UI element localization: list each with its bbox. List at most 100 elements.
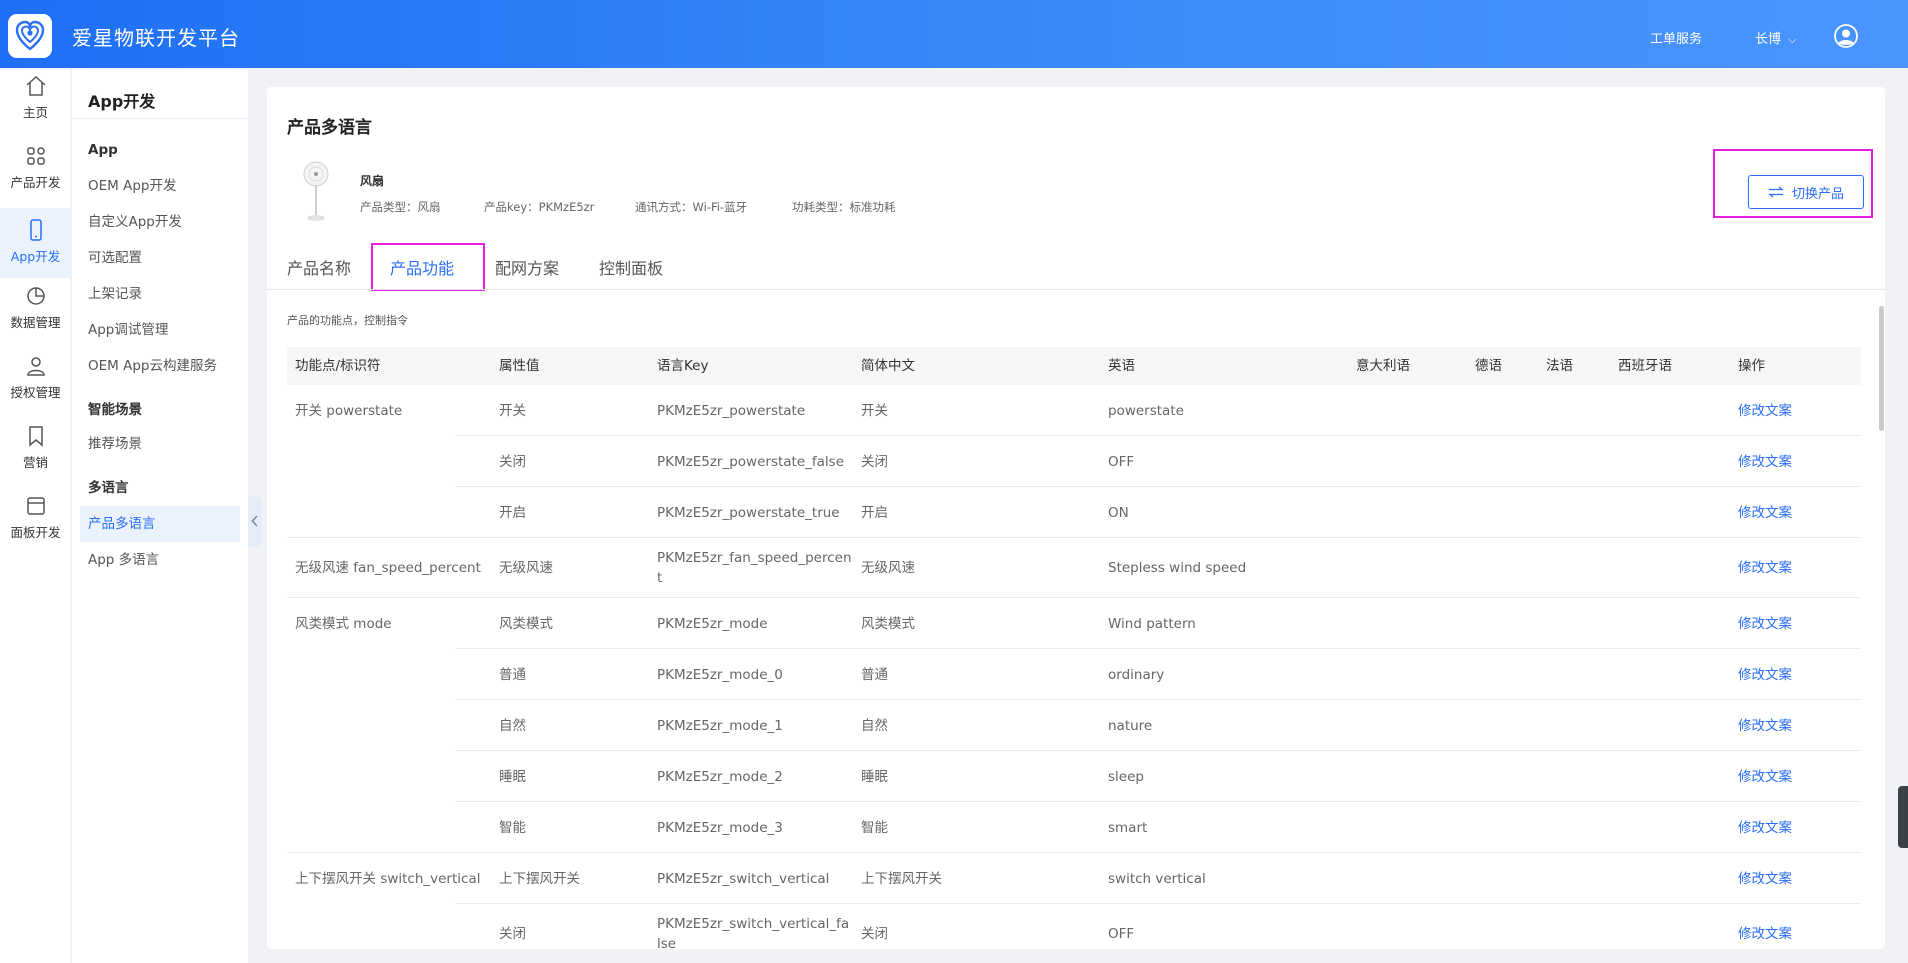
cell-en: nature (1108, 717, 1153, 734)
cell-feature (295, 904, 490, 949)
rail-label: App开发 (10, 249, 61, 264)
rail-item-data-mgmt[interactable]: 数据管理 (0, 278, 71, 342)
cell-feature (295, 802, 490, 853)
cell-feature (295, 487, 490, 538)
floating-side-widget[interactable] (1898, 786, 1908, 848)
power-type: 功耗类型：标准功耗 (792, 200, 896, 214)
edit-copy-link[interactable]: 修改文案 (1738, 700, 1848, 751)
sidebar-item-app-debug[interactable]: App调试管理 (80, 312, 240, 348)
sidebar-item-optional-config[interactable]: 可选配置 (80, 240, 240, 276)
rail-item-product-dev[interactable]: 产品开发 (0, 138, 71, 202)
sidebar-item-custom-app[interactable]: 自定义App开发 (80, 204, 240, 240)
rail-label: 营销 (22, 455, 48, 470)
cell-attr: 无级风速 (499, 560, 553, 576)
table-row: 睡眠 PKMzE5zr_mode_2 睡眠 sleep 修改文案 (287, 751, 1861, 802)
cell-en: smart (1108, 819, 1148, 836)
product-type: 产品类型：风扇 (360, 200, 441, 214)
sidebar-item-oem-app[interactable]: OEM App开发 (80, 168, 240, 204)
edit-copy-link[interactable]: 修改文案 (1738, 436, 1848, 487)
rail-item-home[interactable]: 主页 (0, 68, 71, 132)
sidebar-item-release-records[interactable]: 上架记录 (80, 276, 240, 312)
col-en: 英语 (1108, 358, 1135, 374)
cell-attr: 普通 (499, 666, 526, 683)
rail-item-panel-dev[interactable]: 面板开发 (0, 488, 71, 552)
tab-product-name[interactable]: 产品名称 (287, 255, 351, 279)
sidebar-divider (72, 118, 248, 119)
cell-key: PKMzE5zr_mode_2 (657, 768, 783, 785)
table-row: 关闭 PKMzE5zr_powerstate_false 关闭 OFF 修改文案 (287, 436, 1861, 487)
table-row: 风类模式 mode 风类模式 PKMzE5zr_mode 风类模式 Wind patte… (287, 598, 1861, 649)
col-op: 操作 (1738, 358, 1765, 374)
sidebar-item-app-multilang[interactable]: App 多语言 (80, 542, 240, 578)
col-attr: 属性值 (499, 358, 540, 374)
col-it: 意大利语 (1356, 358, 1410, 374)
platform-logo-icon[interactable] (8, 14, 52, 58)
cell-feature: 风类模式 mode (295, 615, 392, 632)
edit-copy-link[interactable]: 修改文案 (1738, 385, 1848, 436)
cell-zh: 睡眠 (861, 768, 888, 785)
product-name: 风扇 (360, 174, 385, 188)
home-icon (26, 75, 45, 96)
cell-key: PKMzE5zr_powerstate_false (657, 453, 845, 470)
platform-title: 爱星物联开发平台 (72, 26, 240, 50)
rail-label: 授权管理 (10, 385, 61, 400)
product-key: 产品key：PKMzE5zr (484, 200, 595, 214)
cell-zh: 开启 (861, 504, 888, 521)
edit-copy-link[interactable]: 修改文案 (1738, 649, 1848, 700)
user-icon (26, 357, 45, 376)
rail-label: 面板开发 (10, 525, 61, 540)
sidebar-item-product-multilang[interactable]: 产品多语言 (80, 506, 240, 542)
cell-attr: 关闭 (499, 453, 526, 470)
cell-attr: 智能 (499, 819, 526, 836)
cell-feature (295, 649, 490, 700)
sidebar-item-recommended-scene[interactable]: 推荐场景 (80, 426, 240, 462)
edit-copy-link[interactable]: 修改文案 (1738, 598, 1848, 649)
avatar-icon[interactable] (1834, 24, 1858, 48)
ticket-service-link[interactable]: 工单服务 (1650, 28, 1702, 47)
pie-chart-icon (26, 287, 45, 305)
bookmark-icon (28, 426, 43, 447)
cell-attr: 睡眠 (499, 768, 526, 785)
tab-control-panel[interactable]: 控制面板 (599, 255, 663, 279)
cell-feature (295, 700, 490, 751)
cell-key: PKMzE5zr_powerstate (657, 402, 806, 419)
chevron-down-icon: ⌵ (1788, 33, 1797, 46)
table-row: 上下摆风开关 switch_vertical 上下摆风开关 PKMzE5zr_swi… (287, 853, 1861, 904)
cell-en: powerstate (1108, 402, 1184, 419)
cell-attr: 开关 (499, 402, 526, 419)
fan-product-image (303, 161, 329, 221)
cell-key: PKMzE5zr_mode_0 (657, 666, 783, 683)
cell-attr: 风类模式 (499, 615, 553, 632)
cell-feature: 开关 powerstate (295, 402, 403, 419)
edit-copy-link[interactable]: 修改文案 (1738, 538, 1848, 598)
user-name: 长博 (1755, 32, 1782, 47)
cell-en: Wind pattern (1108, 615, 1196, 632)
table-row: 普通 PKMzE5zr_mode_0 普通 ordinary 修改文案 (287, 649, 1861, 700)
edit-copy-link[interactable]: 修改文案 (1738, 853, 1848, 904)
scrollbar-thumb[interactable] (1879, 306, 1884, 431)
cell-attr: 上下摆风开关 (499, 870, 580, 887)
cell-key: PKMzE5zr_mode_3 (657, 819, 783, 836)
sidebar-collapse-button[interactable] (248, 496, 262, 546)
rail-item-app-dev[interactable]: App开发 (0, 208, 71, 278)
rail-item-marketing[interactable]: 营销 (0, 418, 71, 482)
table-row: 开启 PKMzE5zr_powerstate_true 开启 ON 修改文案 (287, 487, 1861, 538)
cell-feature (295, 751, 490, 802)
user-menu[interactable]: 长博 ⌵ (1755, 28, 1797, 47)
edit-copy-link[interactable]: 修改文案 (1738, 802, 1848, 853)
cell-zh: 风类模式 (861, 615, 915, 632)
edit-copy-link[interactable]: 修改文案 (1738, 904, 1848, 949)
cell-en: OFF (1108, 926, 1135, 942)
cell-zh: 智能 (861, 819, 888, 836)
rail-item-auth-mgmt[interactable]: 授权管理 (0, 348, 71, 412)
tab-network-scheme[interactable]: 配网方案 (495, 255, 559, 279)
edit-copy-link[interactable]: 修改文案 (1738, 751, 1848, 802)
sidebar-item-cloud-build[interactable]: OEM App云构建服务 (80, 348, 240, 384)
cell-key: PKMzE5zr_switch_vertical (657, 870, 830, 887)
phone-icon (29, 219, 42, 241)
edit-copy-link[interactable]: 修改文案 (1738, 487, 1848, 538)
grid-icon (26, 147, 45, 165)
cell-zh: 上下摆风开关 (861, 870, 942, 887)
cell-feature: 无级风速 fan_speed_percent (295, 560, 481, 576)
highlight-box-tab (371, 243, 485, 291)
